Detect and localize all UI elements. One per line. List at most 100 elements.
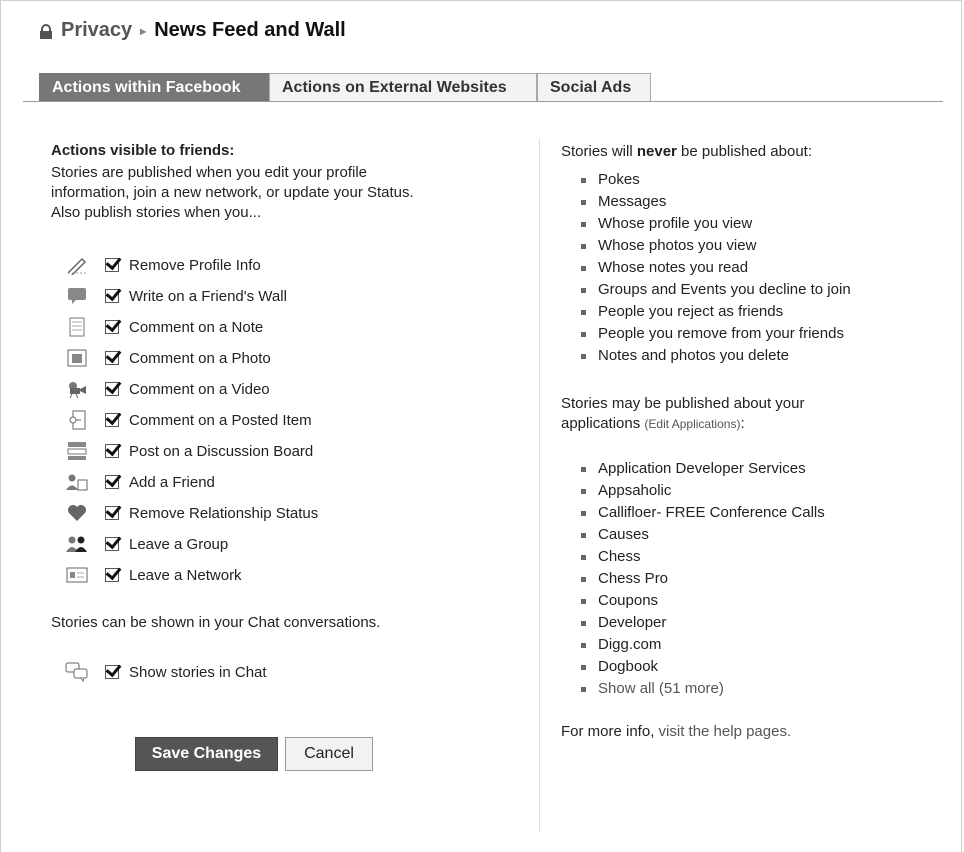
option-label: Remove Profile Info xyxy=(129,256,261,274)
option-label: Post on a Discussion Board xyxy=(129,442,314,460)
description-line: Stories are published when you edit your… xyxy=(51,164,368,181)
list-item: Whose photos you view xyxy=(561,235,851,257)
checkbox[interactable] xyxy=(105,289,119,303)
option-comment-posted-item: Comment on a Posted Item xyxy=(65,408,312,432)
more-info-text: For more info, visit the help pages. xyxy=(561,722,791,742)
network-icon xyxy=(65,565,89,585)
option-add-friend: Add a Friend xyxy=(65,470,215,494)
tab-social-ads[interactable]: Social Ads xyxy=(537,73,651,101)
list-item: People you remove from your friends xyxy=(561,323,851,345)
option-write-on-wall: Write on a Friend's Wall xyxy=(65,284,287,308)
group-icon xyxy=(65,534,89,554)
option-label: Leave a Group xyxy=(129,535,229,553)
save-changes-button[interactable]: Save Changes xyxy=(135,737,278,771)
pencil-icon xyxy=(65,255,89,275)
list-item: Groups and Events you decline to join xyxy=(561,279,851,301)
option-label: Show stories in Chat xyxy=(129,663,267,681)
option-discussion-board: Post on a Discussion Board xyxy=(65,439,313,463)
option-label: Remove Relationship Status xyxy=(129,504,319,522)
heart-icon xyxy=(65,503,89,523)
tab-bar: Actions within Facebook Actions on Exter… xyxy=(23,73,943,102)
option-label: Comment on a Photo xyxy=(129,349,271,367)
heading-text: applications xyxy=(561,415,645,432)
video-camera-icon xyxy=(65,379,89,399)
application-item: Digg.com xyxy=(561,634,825,656)
application-item: Appsaholic xyxy=(561,480,825,502)
column-divider xyxy=(539,139,540,831)
checkbox[interactable] xyxy=(105,351,119,365)
option-label: Comment on a Note xyxy=(129,318,264,336)
breadcrumb-separator-icon: ▸ xyxy=(140,23,147,38)
option-comment-video: Comment on a Video xyxy=(65,377,270,401)
checkbox[interactable] xyxy=(105,413,119,427)
checkbox[interactable] xyxy=(105,475,119,489)
option-comment-photo: Comment on a Photo xyxy=(65,346,271,370)
option-comment-note: Comment on a Note xyxy=(65,315,263,339)
tab-actions-within-facebook[interactable]: Actions within Facebook xyxy=(39,73,269,101)
option-remove-profile-info: Remove Profile Info xyxy=(65,253,261,277)
application-item: Callifloer- FREE Conference Calls xyxy=(561,502,825,524)
checkbox[interactable] xyxy=(105,665,119,679)
help-pages-link[interactable]: visit the help pages. xyxy=(659,723,792,740)
heading-text: Stories may be published about your xyxy=(561,395,805,412)
option-label: Add a Friend xyxy=(129,473,215,491)
checkbox[interactable] xyxy=(105,320,119,334)
discussion-board-icon xyxy=(65,441,89,461)
option-label: Comment on a Video xyxy=(129,380,270,398)
never-emphasis: never xyxy=(636,143,677,160)
posted-item-icon xyxy=(65,410,89,430)
heading-text-line2: applications (Edit Applications): xyxy=(561,414,901,434)
option-leave-network: Leave a Network xyxy=(65,563,242,587)
checkbox[interactable] xyxy=(105,568,119,582)
never-published-heading: Stories will never be published about: xyxy=(561,142,941,162)
application-item: Chess Pro xyxy=(561,568,825,590)
list-item: Whose notes you read xyxy=(561,257,851,279)
list-item: Messages xyxy=(561,191,851,213)
description-line: Also publish stories when you... xyxy=(51,204,262,221)
photo-icon xyxy=(65,348,89,368)
lock-icon xyxy=(39,23,53,39)
left-column: Actions visible to friends: Stories are … xyxy=(51,142,521,682)
breadcrumb-privacy-link[interactable]: Privacy xyxy=(61,19,132,42)
heading-colon: : xyxy=(740,415,745,432)
option-label: Comment on a Posted Item xyxy=(129,411,312,429)
section-heading: Actions visible to friends: xyxy=(51,142,235,159)
list-item: Pokes xyxy=(561,169,851,191)
checkbox[interactable] xyxy=(105,506,119,520)
heading-text: Stories will xyxy=(561,143,637,160)
heading-text: be published about: xyxy=(676,143,813,160)
edit-applications-link[interactable]: (Edit Applications) xyxy=(644,417,740,431)
checkbox[interactable] xyxy=(105,258,119,272)
applications-heading: Stories may be published about your appl… xyxy=(561,394,901,434)
never-published-list: Pokes Messages Whose profile you view Wh… xyxy=(561,169,851,367)
breadcrumb: Privacy ▸ News Feed and Wall xyxy=(39,19,346,42)
option-label: Leave a Network xyxy=(129,566,242,584)
checkbox[interactable] xyxy=(105,382,119,396)
privacy-settings-panel: Privacy ▸ News Feed and Wall Actions wit… xyxy=(0,0,962,852)
application-item: Coupons xyxy=(561,590,825,612)
list-item: People you reject as friends xyxy=(561,301,851,323)
chat-description: Stories can be shown in your Chat conver… xyxy=(51,614,381,631)
cancel-button[interactable]: Cancel xyxy=(285,737,373,771)
application-item: Application Developer Services xyxy=(561,458,825,480)
list-item: Notes and photos you delete xyxy=(561,345,851,367)
option-label: Write on a Friend's Wall xyxy=(129,287,287,305)
list-item: Whose profile you view xyxy=(561,213,851,235)
chat-bubbles-icon xyxy=(65,662,89,682)
option-leave-group: Leave a Group xyxy=(65,532,228,556)
application-item: Causes xyxy=(561,524,825,546)
show-all-link[interactable]: Show all (51 more) xyxy=(561,678,825,700)
application-item: Developer xyxy=(561,612,825,634)
more-info-prefix: For more info, xyxy=(561,723,659,740)
checkbox[interactable] xyxy=(105,444,119,458)
checkbox[interactable] xyxy=(105,537,119,551)
speech-bubble-icon xyxy=(65,286,89,306)
add-friend-icon xyxy=(65,472,89,492)
option-show-stories-in-chat: Show stories in Chat xyxy=(65,660,267,684)
option-remove-relationship-status: Remove Relationship Status xyxy=(65,501,318,525)
tab-actions-on-external-websites[interactable]: Actions on External Websites xyxy=(269,73,537,101)
applications-list: Application Developer Services Appsaholi… xyxy=(561,458,825,700)
application-item: Dogbook xyxy=(561,656,825,678)
note-icon xyxy=(65,317,89,337)
description-line: information, join a new network, or upda… xyxy=(51,184,414,201)
